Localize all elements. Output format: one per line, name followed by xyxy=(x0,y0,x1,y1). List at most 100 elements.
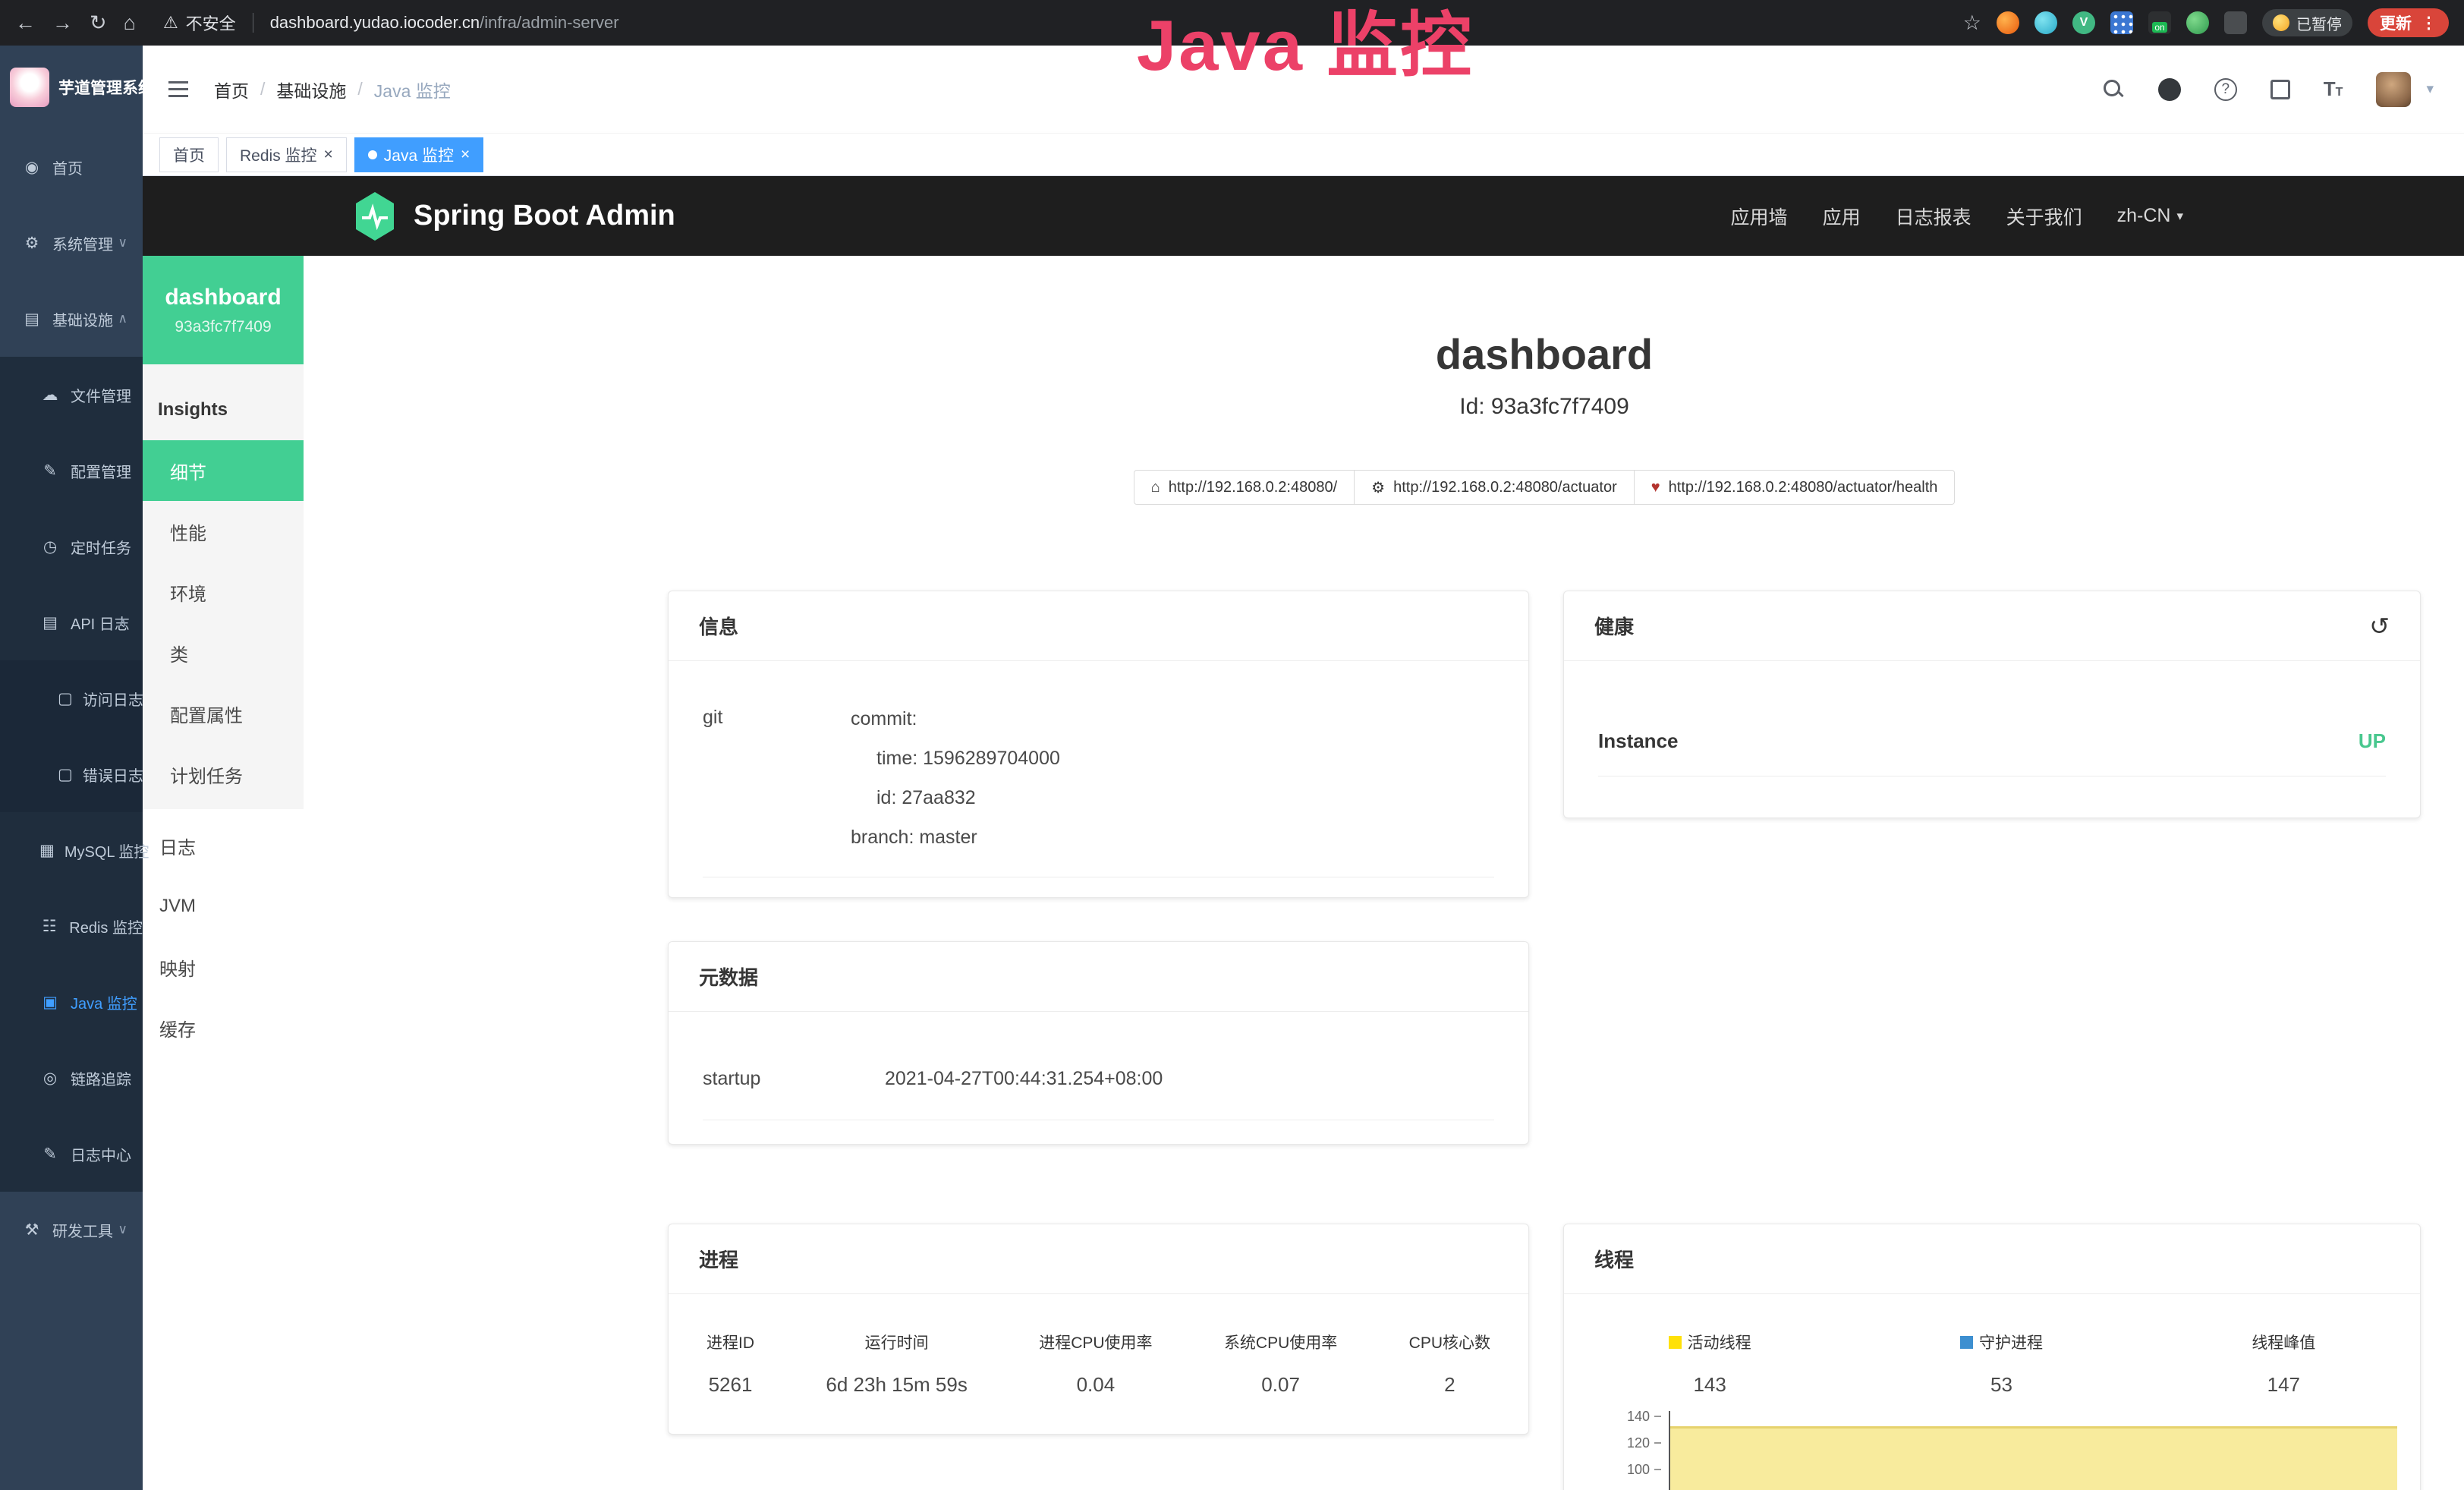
sidebar-item-config-mgmt[interactable]: ✎ 配置管理 xyxy=(0,433,143,509)
breadcrumb-home[interactable]: 首页 xyxy=(214,77,249,102)
sidebar-item-infra[interactable]: ▤ 基础设施 ∧ xyxy=(0,281,143,357)
doc-icon: ▢ xyxy=(58,689,73,708)
sba-brand-title: Spring Boot Admin xyxy=(414,200,675,232)
sidebar-item-access-logs[interactable]: ▢ 访问日志 xyxy=(0,660,143,736)
card-health-header: 健康 ↺ xyxy=(1564,591,2420,661)
bookmark-star-icon[interactable]: ☆ xyxy=(1963,13,1981,33)
home-icon[interactable]: ⌂ xyxy=(124,13,136,33)
extensions-puzzle-icon[interactable] xyxy=(2224,11,2247,34)
doc-icon: ▢ xyxy=(58,765,73,784)
sidebar-item-redis-monitor[interactable]: ☷ Redis 监控 xyxy=(0,888,143,964)
topbar-actions: ? TT ▾ xyxy=(2102,72,2434,107)
sidebar-item-mysql-monitor[interactable]: ▦ MySQL 监控 xyxy=(0,812,143,888)
sba-item-caches[interactable]: 缓存 xyxy=(143,997,304,1058)
sidebar-item-label: 首页 xyxy=(52,156,83,178)
extension-leaf-icon[interactable] xyxy=(2186,11,2209,34)
sba-brand[interactable]: Spring Boot Admin xyxy=(353,192,675,241)
spring-boot-admin: Spring Boot Admin 应用墙 应用 日志报表 关于我们 zh-CN… xyxy=(143,176,2464,1490)
card-threads-title: 线程 xyxy=(1564,1224,2420,1294)
instance-links: ⌂ http://192.168.0.2:48080/ ⚙ http://192… xyxy=(668,470,2421,505)
font-size-icon[interactable]: TT xyxy=(2324,77,2343,101)
extension-switch-icon[interactable]: on xyxy=(2148,11,2171,34)
extension-vue-icon[interactable]: V xyxy=(2072,11,2095,34)
sba-item-logs[interactable]: 日志 xyxy=(143,815,304,876)
sba-nav-applications[interactable]: 应用 xyxy=(1823,203,1861,230)
paused-badge[interactable]: 已暂停 xyxy=(2262,9,2352,36)
col-label: 进程ID xyxy=(706,1331,754,1353)
sidebar-item-tracing[interactable]: ◎ 链路追踪 xyxy=(0,1040,143,1116)
card-process: 进程 进程ID 5261 运行时间 6d 23h 15m 59s xyxy=(668,1224,1529,1435)
service-url-button[interactable]: ⌂ http://192.168.0.2:48080/ xyxy=(1134,470,1355,505)
chevron-down-icon: ∨ xyxy=(118,235,127,250)
sidebar-item-system[interactable]: ⚙ 系统管理 ∨ xyxy=(0,205,143,281)
extension-grid-icon[interactable] xyxy=(2110,11,2133,34)
forward-icon[interactable]: → xyxy=(52,13,73,33)
sba-instance-header[interactable]: dashboard 93a3fc7f7409 xyxy=(143,256,304,364)
sba-item-scheduled-tasks[interactable]: 计划任务 xyxy=(143,744,304,805)
gear-icon: ⚙ xyxy=(21,234,42,253)
sba-language-select[interactable]: zh-CN ▾ xyxy=(2117,205,2183,227)
legend-value: 143 xyxy=(1693,1373,1726,1397)
avatar-caret-icon[interactable]: ▾ xyxy=(2426,80,2434,98)
sba-content: dashboard Id: 93a3fc7f7409 ⌂ http://192.… xyxy=(304,256,2464,1490)
close-icon[interactable]: × xyxy=(461,146,470,162)
extension-drop-icon[interactable] xyxy=(2034,11,2057,34)
security-label: 不安全 xyxy=(186,11,236,35)
actuator-url-button[interactable]: ⚙ http://192.168.0.2:48080/actuator xyxy=(1354,470,1635,505)
user-avatar[interactable] xyxy=(2376,72,2411,107)
sba-nav-journal[interactable]: 日志报表 xyxy=(1896,203,1972,230)
sba-item-details[interactable]: 细节 xyxy=(143,440,304,501)
threads-daemon: 守护进程 53 xyxy=(1960,1331,2043,1397)
sba-item-jvm[interactable]: JVM xyxy=(143,876,304,937)
card-health-body: Instance UP xyxy=(1564,661,2420,777)
address-bar[interactable]: dashboard.yudao.iocoder.cn/infra/admin-s… xyxy=(270,13,619,33)
help-icon[interactable]: ? xyxy=(2214,78,2237,101)
sba-item-metrics[interactable]: 性能 xyxy=(143,501,304,562)
reload-icon[interactable]: ↻ xyxy=(90,13,107,33)
sba-item-config-props[interactable]: 配置属性 xyxy=(143,683,304,744)
tag-java-monitor[interactable]: Java 监控 × xyxy=(354,137,483,172)
fullscreen-icon[interactable] xyxy=(2270,80,2290,99)
search-icon[interactable] xyxy=(2102,78,2125,101)
health-url-button[interactable]: ♥ http://192.168.0.2:48080/actuator/heal… xyxy=(1634,470,1956,505)
actuator-url: http://192.168.0.2:48080/actuator xyxy=(1393,479,1617,496)
sidebar-item-label: 链路追踪 xyxy=(71,1067,131,1089)
sidebar-item-java-monitor[interactable]: ▣ Java 监控 xyxy=(0,964,143,1040)
sba-item-classes[interactable]: 类 xyxy=(143,622,304,683)
security-chip[interactable]: ⚠ 不安全 xyxy=(163,11,236,35)
tag-redis-monitor[interactable]: Redis 监控 × xyxy=(226,137,347,172)
github-icon[interactable] xyxy=(2158,78,2181,101)
app: 芋道管理系统 ◉ 首页 ⚙ 系统管理 ∨ ▤ 基础设施 ∧ ☁ 文件管理 ✎ xyxy=(0,46,2464,1490)
sidebar-item-file-mgmt[interactable]: ☁ 文件管理 xyxy=(0,357,143,433)
browser-update-button[interactable]: 更新 ⋮ xyxy=(2368,8,2449,37)
sba-nav-about[interactable]: 关于我们 xyxy=(2006,203,2082,230)
tag-home[interactable]: 首页 xyxy=(159,137,219,172)
legend-value: 53 xyxy=(1990,1373,2012,1397)
browser-menu-icon[interactable]: ⋮ xyxy=(2421,14,2437,33)
sidebar-item-error-logs[interactable]: ▢ 错误日志 xyxy=(0,736,143,812)
close-icon[interactable]: × xyxy=(324,146,333,162)
threads-peak: 线程峰值 147 xyxy=(2252,1331,2315,1397)
app-logo[interactable]: 芋道管理系统 xyxy=(0,46,143,129)
sidebar-item-label: 基础设施 xyxy=(52,308,113,330)
sidebar-item-label: 系统管理 xyxy=(52,232,113,254)
back-icon[interactable]: ← xyxy=(15,13,36,33)
sidebar-item-log-center[interactable]: ✎ 日志中心 xyxy=(0,1116,143,1192)
process-col-cores: CPU核心数 2 xyxy=(1409,1331,1490,1397)
sidebar-item-label: 文件管理 xyxy=(71,384,131,406)
sidebar-item-api-logs[interactable]: ▤ API 日志 ∧ xyxy=(0,584,143,660)
layers-icon: ☷ xyxy=(39,917,59,936)
extension-fox-icon[interactable] xyxy=(1997,11,2019,34)
clock-icon: ◷ xyxy=(39,537,61,556)
sidebar-item-dev-tools[interactable]: ⚒ 研发工具 ∨ xyxy=(0,1192,143,1268)
history-icon[interactable]: ↺ xyxy=(2369,612,2390,641)
sidebar-item-scheduled-jobs[interactable]: ◷ 定时任务 xyxy=(0,509,143,584)
hamburger-icon[interactable] xyxy=(168,81,188,97)
sidebar-item-home[interactable]: ◉ 首页 xyxy=(0,129,143,205)
sba-nav-wallboard[interactable]: 应用墙 xyxy=(1731,203,1788,230)
chevron-down-icon: ▾ xyxy=(2176,209,2183,224)
breadcrumb-infra[interactable]: 基础设施 xyxy=(276,77,346,102)
sba-item-environment[interactable]: 环境 xyxy=(143,562,304,622)
edit-icon: ✎ xyxy=(39,461,61,480)
sba-item-mappings[interactable]: 映射 xyxy=(143,937,304,997)
